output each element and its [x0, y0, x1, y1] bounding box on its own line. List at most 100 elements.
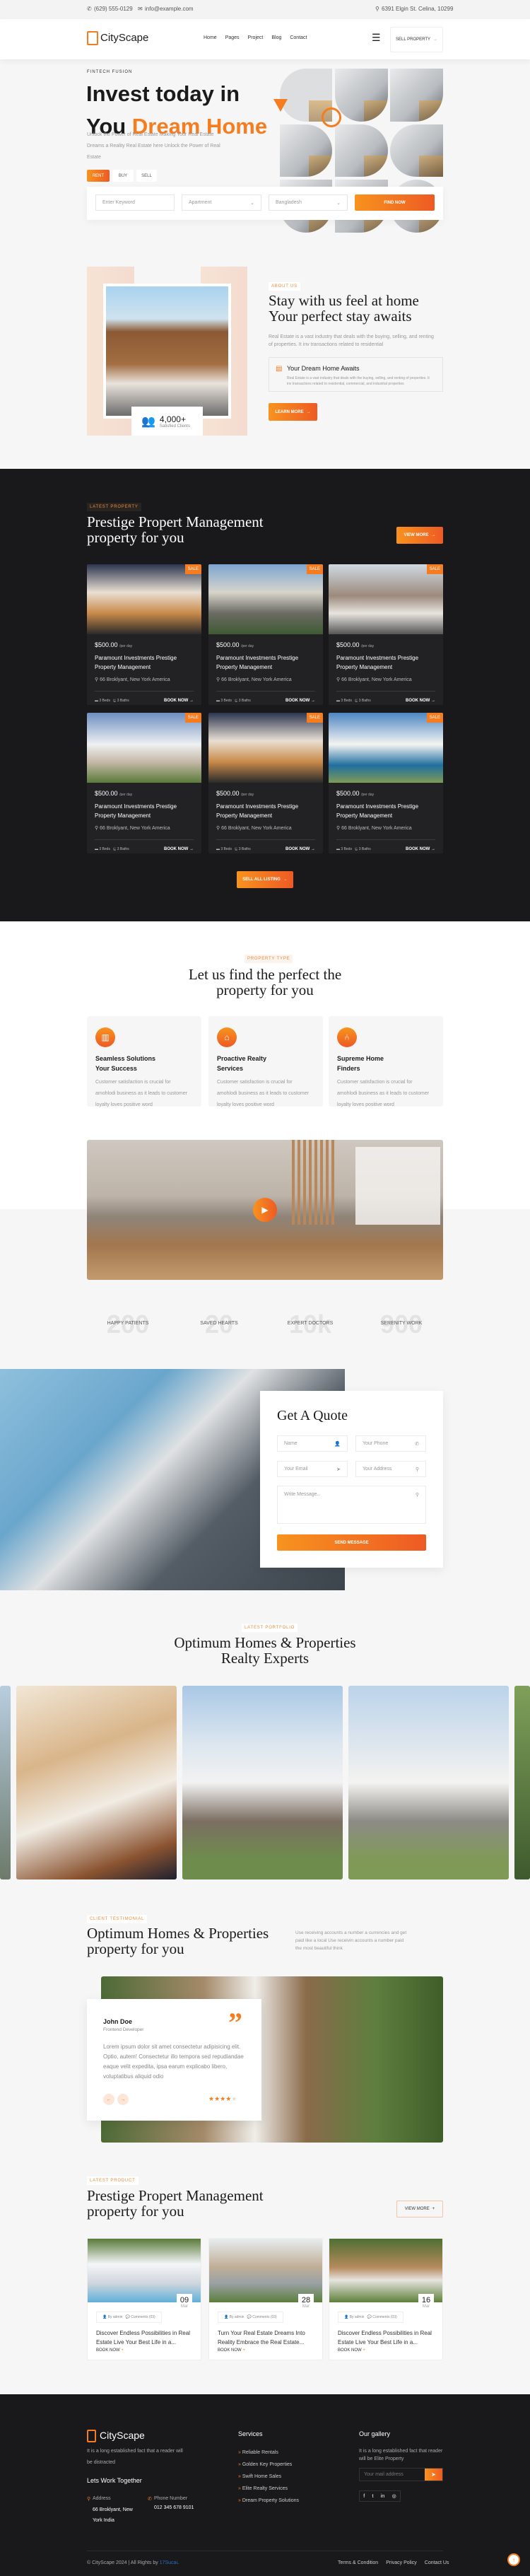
- tab-buy[interactable]: Buy: [112, 170, 134, 182]
- service-link[interactable]: » Dream Property Solutions: [238, 2495, 299, 2507]
- location-icon: ⚲: [216, 826, 220, 831]
- sale-badge: SALE: [306, 713, 323, 723]
- property-image: SALE: [329, 564, 443, 634]
- ptype-card-desc: Customer satisfaction is crucial for amo…: [95, 1080, 187, 1107]
- next-arrow-button[interactable]: →: [117, 2094, 129, 2105]
- property-card[interactable]: SALE $500.00 /per day Paramount Investme…: [329, 564, 443, 705]
- hamburger-menu-icon[interactable]: ☰: [372, 32, 381, 44]
- testimonial-side-text: Use receiving accounts a number a curren…: [295, 1930, 407, 1951]
- instagram-icon[interactable]: ◎: [392, 2493, 396, 2499]
- phone-input[interactable]: Your Phone ✆: [355, 1435, 426, 1452]
- blog-card[interactable]: 09 Mar 👤 By admin 💬 Comments (03) Discove…: [87, 2238, 201, 2360]
- nav-contact[interactable]: Contact: [290, 35, 307, 40]
- property-card[interactable]: SALE $500.00 /per day Paramount Investme…: [87, 713, 201, 853]
- clients-label: Satisfied Clients: [159, 424, 190, 429]
- top-phone[interactable]: (629) 555-0129: [94, 6, 133, 12]
- property-title[interactable]: Paramount Investments Prestige Property …: [95, 802, 194, 820]
- copyright-link[interactable]: 17Sucai: [160, 2560, 177, 2565]
- nav-home[interactable]: Home: [204, 35, 217, 40]
- linkedin-icon[interactable]: in: [381, 2494, 384, 2499]
- price-unit: /per day: [241, 644, 254, 648]
- book-now-link[interactable]: BOOK NOW →: [164, 847, 194, 851]
- portfolio-image[interactable]: [514, 1686, 530, 1879]
- ptype-card[interactable]: ⌂ Proactive Realty Services Customer satis…: [208, 1016, 323, 1107]
- sell-property-button[interactable]: SELL PROPERTY →: [390, 27, 443, 52]
- phone-value[interactable]: 012 345 678 9101: [154, 2505, 194, 2510]
- property-location: ⚲ 66 Broklyant, New York America: [216, 677, 292, 682]
- portfolio-image[interactable]: [348, 1686, 509, 1879]
- book-now-link[interactable]: BOOK NOW →: [164, 699, 194, 703]
- brand-logo[interactable]: CityScape: [100, 32, 148, 44]
- keyword-input[interactable]: Enter Keyword: [95, 194, 175, 211]
- property-card[interactable]: SALE $500.00 /per day Paramount Investme…: [208, 564, 323, 705]
- blog-card[interactable]: 16 Mar 👤 By admin 💬 Comments (03) Discove…: [329, 2238, 443, 2360]
- service-link[interactable]: » Elite Realty Services: [238, 2483, 299, 2495]
- book-now-link[interactable]: BOOK NOW →: [285, 699, 315, 703]
- book-now-link[interactable]: BOOK NOW →: [285, 847, 315, 851]
- post-meta: 👤 By admin 💬 Comments (03): [96, 2312, 162, 2323]
- blog-card[interactable]: 28 Mar 👤 By admin 💬 Comments (03) Turn Yo…: [208, 2238, 323, 2360]
- privacy-link[interactable]: Privacy Policy: [386, 2560, 417, 2565]
- book-now-link[interactable]: BOOK NOW +: [218, 2348, 245, 2353]
- name-input[interactable]: Name 👤: [277, 1435, 348, 1452]
- top-bar: ✆ (629) 555-0129 ✉ info@example.com ⚲ 63…: [0, 0, 530, 19]
- portfolio-image[interactable]: [182, 1686, 343, 1879]
- property-card[interactable]: SALE $500.00 /per day Paramount Investme…: [208, 713, 323, 853]
- message-textarea[interactable]: Write Message.. ⚲: [277, 1486, 426, 1524]
- sell-property-label: SELL PROPERTY: [395, 37, 431, 42]
- find-now-button[interactable]: FIND NOW: [355, 194, 435, 211]
- ptype-card[interactable]: ▥ Seamless Solutions Your Success Customer…: [87, 1016, 201, 1107]
- top-address: 6391 Elgin St. Celina, 10299: [382, 6, 454, 12]
- sell-all-listing-button[interactable]: SELL ALL LISTING →: [237, 871, 293, 888]
- terms-link[interactable]: Terms & Condition: [338, 2560, 378, 2565]
- property-title[interactable]: Paramount Investments Prestige Property …: [95, 653, 194, 672]
- play-video-button[interactable]: ▶: [253, 1198, 277, 1222]
- services-list: » Reliable Rentals » Golden Key Properti…: [238, 2447, 299, 2507]
- user-icon: 👤: [334, 1441, 341, 1447]
- footer-brand[interactable]: CityScape: [100, 2430, 145, 2441]
- email-input[interactable]: Your Email ➤: [277, 1461, 348, 1477]
- property-card[interactable]: SALE $500.00 /per day Paramount Investme…: [329, 713, 443, 853]
- blog-post-title[interactable]: Discover Endless Possibilities in Real E…: [338, 2329, 437, 2347]
- property-title[interactable]: Paramount Investments Prestige Property …: [216, 802, 315, 820]
- book-now-link[interactable]: BOOK NOW →: [406, 699, 435, 703]
- tab-rent[interactable]: Rent: [87, 170, 110, 182]
- service-link[interactable]: » Golden Key Properties: [238, 2459, 299, 2471]
- property-type-select[interactable]: Apartment ⌄: [182, 194, 261, 211]
- view-more-button[interactable]: VIEW MORE →: [396, 527, 443, 544]
- contact-link[interactable]: Contact Us: [425, 2560, 449, 2565]
- book-now-link[interactable]: BOOK NOW →: [406, 847, 435, 851]
- blog-post-title[interactable]: Turn Your Real Estate Dreams Into Realit…: [218, 2329, 317, 2347]
- logo-icon: [87, 2430, 96, 2442]
- prev-arrow-button[interactable]: ←: [103, 2094, 114, 2105]
- top-email[interactable]: info@example.com: [145, 6, 194, 12]
- nav-blog[interactable]: Blog: [271, 35, 281, 40]
- portfolio-image[interactable]: [16, 1686, 177, 1879]
- nav-project[interactable]: Project: [248, 35, 264, 40]
- send-message-button[interactable]: SEND MESSAGE: [277, 1534, 426, 1551]
- property-title[interactable]: Paramount Investments Prestige Property …: [336, 802, 435, 820]
- book-now-link[interactable]: BOOK NOW +: [338, 2348, 365, 2353]
- twitter-icon[interactable]: t: [372, 2494, 374, 2499]
- property-card[interactable]: SALE $500.00 /per day Paramount Investme…: [87, 564, 201, 705]
- blog-view-more-button[interactable]: VIEW MORE +: [396, 2201, 443, 2217]
- ptype-card[interactable]: ⑃ Supreme Home Finders Customer satisfacti…: [329, 1016, 443, 1107]
- newsletter-email-input[interactable]: Your mail address: [360, 2469, 425, 2481]
- location-icon: ⚲: [336, 677, 341, 682]
- nav-pages[interactable]: Pages: [225, 35, 240, 40]
- service-link[interactable]: » Reliable Rentals: [238, 2447, 299, 2459]
- tab-sell[interactable]: Sell: [136, 170, 157, 182]
- property-title[interactable]: Paramount Investments Prestige Property …: [216, 653, 315, 672]
- portfolio-image[interactable]: [0, 1686, 11, 1879]
- address-input[interactable]: Your Address ⚲: [355, 1461, 426, 1477]
- back-to-top-button[interactable]: ↑: [507, 2553, 520, 2566]
- footer-desc: It is a long established fact that a rea…: [87, 2449, 183, 2465]
- book-now-link[interactable]: BOOK NOW +: [96, 2348, 124, 2353]
- location-select[interactable]: Bangladesh ⌄: [269, 194, 348, 211]
- send-icon-button[interactable]: ➤: [425, 2469, 442, 2481]
- facebook-icon[interactable]: f: [363, 2494, 365, 2499]
- service-link[interactable]: » Swift Home Sales: [238, 2471, 299, 2483]
- property-title[interactable]: Paramount Investments Prestige Property …: [336, 653, 435, 672]
- blog-post-title[interactable]: Discover Endless Possibilities in Real E…: [96, 2329, 195, 2347]
- learn-more-button[interactable]: LEARN MORE →: [269, 403, 317, 421]
